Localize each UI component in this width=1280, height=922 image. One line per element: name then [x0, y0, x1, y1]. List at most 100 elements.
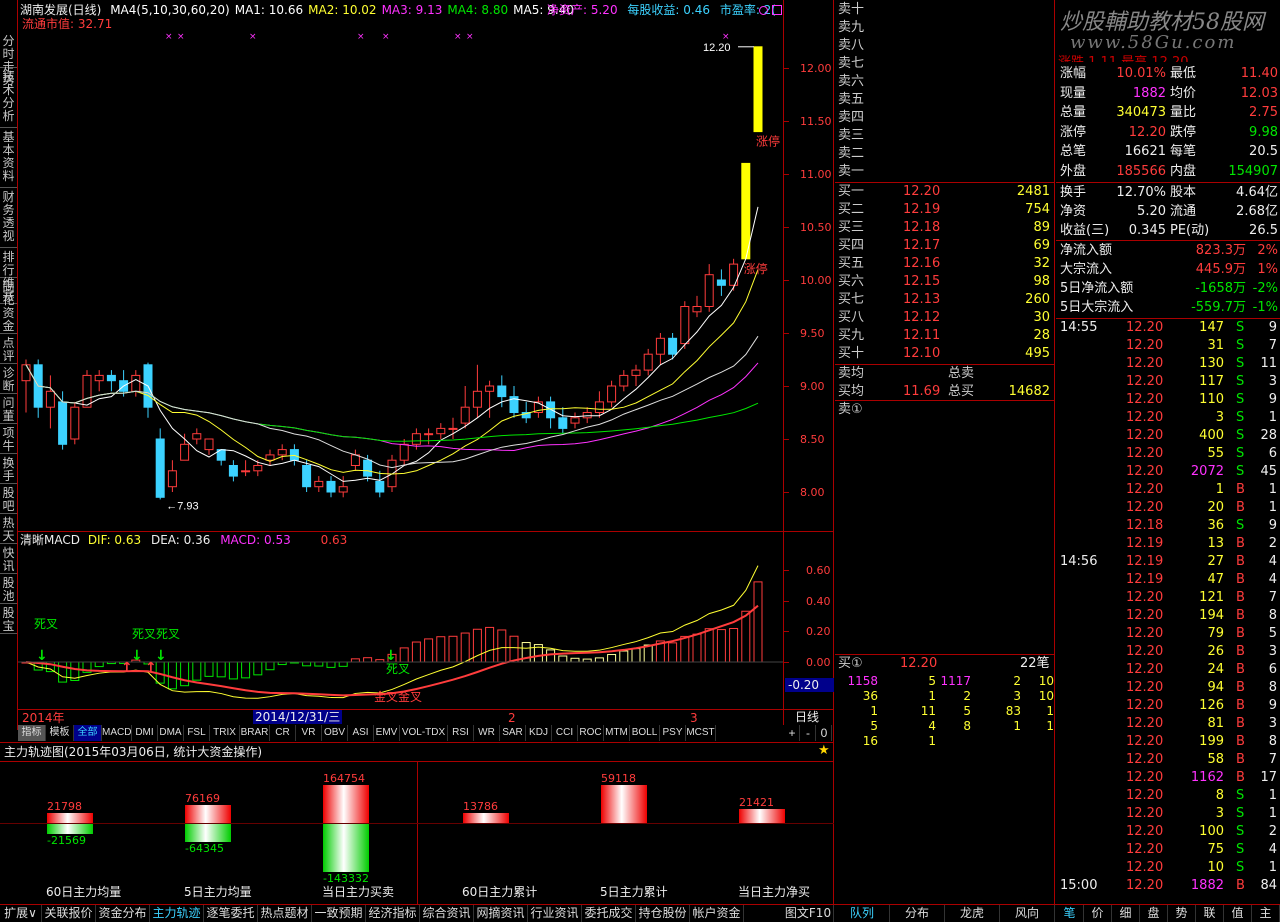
bottom-tab-4[interactable]: 逐笔委托 [204, 905, 258, 922]
tick-tab-7[interactable]: 主 [1252, 905, 1280, 922]
indicator-tab-指标[interactable]: 指标 [18, 725, 46, 741]
left-tab-12[interactable]: 股吧 [0, 484, 17, 514]
bottom-tab-5[interactable]: 热点题材 [258, 905, 312, 922]
bottom-tab-13[interactable]: 帐户资金 [690, 905, 744, 922]
indicator-tab-roc[interactable]: ROC [578, 725, 604, 741]
period-label[interactable]: 日线 [795, 710, 819, 724]
indicator-tab-sar[interactable]: SAR [500, 725, 526, 741]
bottom-tab-3[interactable]: 主力轨迹 [150, 905, 204, 922]
candle-6 [94, 374, 104, 382]
indicator-tab-obv[interactable]: OBV [322, 725, 348, 741]
tick-tab-1[interactable]: 价 [1084, 905, 1112, 922]
bottom-tab-9[interactable]: 网摘资讯 [474, 905, 528, 922]
bottom-tab-2[interactable]: 资金分布 [96, 905, 150, 922]
indicator-tab-vol-tdx[interactable]: VOL-TDX [400, 725, 448, 741]
header-circle-icon[interactable] [759, 6, 768, 15]
tick-price-5: 12.20 [1126, 410, 1164, 425]
left-tab-4[interactable]: 排行维赛 [0, 248, 17, 303]
indicator-tab-kdj[interactable]: KDJ [526, 725, 552, 741]
book-divider-2 [835, 364, 1055, 365]
indicator-tab-dmi[interactable]: DMI [132, 725, 158, 741]
indicator-tab-boll[interactable]: BOLL [630, 725, 660, 741]
indicator-tab-mtm[interactable]: MTM [604, 725, 630, 741]
tick-price-3: 12.20 [1126, 374, 1164, 389]
bottom-tab-1[interactable]: 关联报价 [42, 905, 96, 922]
flow-label-3: 5日大宗流入 [1060, 300, 1134, 315]
left-tab-6[interactable]: 资金 [0, 304, 17, 334]
candle-11 [155, 438, 165, 498]
tick-price-17: 12.20 [1126, 626, 1164, 641]
left-tab-1[interactable]: 技术分析 [0, 68, 17, 128]
bottom-tab-8[interactable]: 综合资讯 [420, 905, 474, 922]
bottom-tab-12[interactable]: 持仓股份 [636, 905, 690, 922]
book-tab-3[interactable]: 风向 [1000, 905, 1055, 922]
tick-tab-4[interactable]: 势 [1168, 905, 1196, 922]
tick-side-22: B [1236, 716, 1245, 731]
macd-title: 清晰MACD [20, 533, 80, 547]
macd-header: 清晰MACD DIF: 0.63 DEA: 0.36 MACD: 0.53 0.… [20, 533, 347, 547]
macd-chart[interactable]: 死叉死叉死叉死叉金叉金叉↓ ↓ ↓ ↓↑ ↑ [18, 548, 783, 708]
bottom-tab-10[interactable]: 行业资讯 [528, 905, 582, 922]
tick-tab-2[interactable]: 细 [1112, 905, 1140, 922]
indicator-tab-全部[interactable]: 全部 [74, 725, 102, 741]
left-tab-5[interactable]: 同花 [0, 278, 17, 307]
tick-count-7: 6 [1268, 446, 1277, 461]
indicator-tab-模板[interactable]: 模板 [46, 725, 74, 741]
indicator-tab-wr[interactable]: WR [474, 725, 500, 741]
indicator-tab-cr[interactable]: CR [270, 725, 296, 741]
indicator-tab-fsl[interactable]: FSL [184, 725, 210, 741]
indicator-tab-brar[interactable]: BRAR [240, 725, 270, 741]
indicator-tab-psy[interactable]: PSY [660, 725, 686, 741]
left-tab-11[interactable]: 换手 [0, 454, 17, 484]
indicator-tab-mcst[interactable]: MCST [686, 725, 716, 741]
left-tab-3[interactable]: 财务透视 [0, 188, 17, 248]
zoom-button-2[interactable]: 0 [817, 725, 832, 741]
tick-tab-3[interactable]: 盘 [1140, 905, 1168, 922]
book-tab-0[interactable]: 队列 [835, 905, 890, 922]
indicator-tab-dma[interactable]: DMA [158, 725, 184, 741]
left-tab-2[interactable]: 基本资料 [0, 128, 17, 188]
indicator-tab-rsi[interactable]: RSI [448, 725, 474, 741]
bottom-tab-0[interactable]: 扩展∨ [0, 905, 42, 922]
left-tab-15[interactable]: 股池 [0, 574, 17, 604]
left-tab-10[interactable]: 项牛 [0, 424, 17, 454]
macd-divider [18, 531, 834, 532]
tick-tab-6[interactable]: 值 [1224, 905, 1252, 922]
tick-tab-5[interactable]: 联 [1196, 905, 1224, 922]
bottom-tab-6[interactable]: 一致预期 [312, 905, 366, 922]
book-tab-1[interactable]: 分布 [890, 905, 945, 922]
left-tab-13[interactable]: 热天 [0, 514, 17, 544]
queue-cell-3-3: 1 [1013, 719, 1021, 733]
left-tab-8[interactable]: 诊断 [0, 364, 17, 394]
left-tab-16[interactable]: 股宝 [0, 604, 17, 634]
indicator-tab-asi[interactable]: ASI [348, 725, 374, 741]
low-price-label: ←7.93 [166, 500, 198, 512]
macd-dea: DEA: 0.36 [150, 533, 211, 547]
tick-vol-4: 110 [1199, 392, 1224, 407]
indicator-tab-vr[interactable]: VR [296, 725, 322, 741]
header-square-icon[interactable] [772, 5, 782, 15]
bottom-tab-7[interactable]: 经济指标 [366, 905, 420, 922]
bottom-tab-11[interactable]: 委托成交 [582, 905, 636, 922]
left-tab-14[interactable]: 快讯 [0, 544, 17, 574]
left-tab-9[interactable]: 问董 [0, 394, 17, 424]
tick-vol-16: 194 [1199, 608, 1224, 623]
tick-tab-0[interactable]: 笔 [1056, 905, 1084, 922]
indicator-tab-cci[interactable]: CCI [552, 725, 578, 741]
indicator-tab-emv[interactable]: EMV [374, 725, 400, 741]
book-tab-2[interactable]: 龙虎 [945, 905, 1000, 922]
indicator-tab-trix[interactable]: TRIX [210, 725, 240, 741]
zoom-button-1[interactable]: - [801, 725, 816, 741]
left-tab-7[interactable]: 点评 [0, 334, 17, 364]
tick-side-15: B [1236, 590, 1245, 605]
fund-star-icon[interactable]: ★ [818, 743, 830, 758]
price-chart[interactable]: 12.20涨停涨停←7.93× × × × × × × × [18, 30, 783, 530]
indicator-tab-macd[interactable]: MACD [102, 725, 132, 741]
left-tab-0[interactable]: 分时走势 [0, 32, 17, 87]
bottom-tab-f10[interactable]: 图文F10 [783, 905, 834, 922]
buy-level-price-4: 12.16 [903, 256, 941, 271]
zoom-button-0[interactable]: + [785, 725, 800, 741]
tick-count-6: 28 [1260, 428, 1277, 443]
tick-price-19: 12.20 [1126, 662, 1164, 677]
stat-label-b-5: 内盘 [1170, 163, 1197, 179]
